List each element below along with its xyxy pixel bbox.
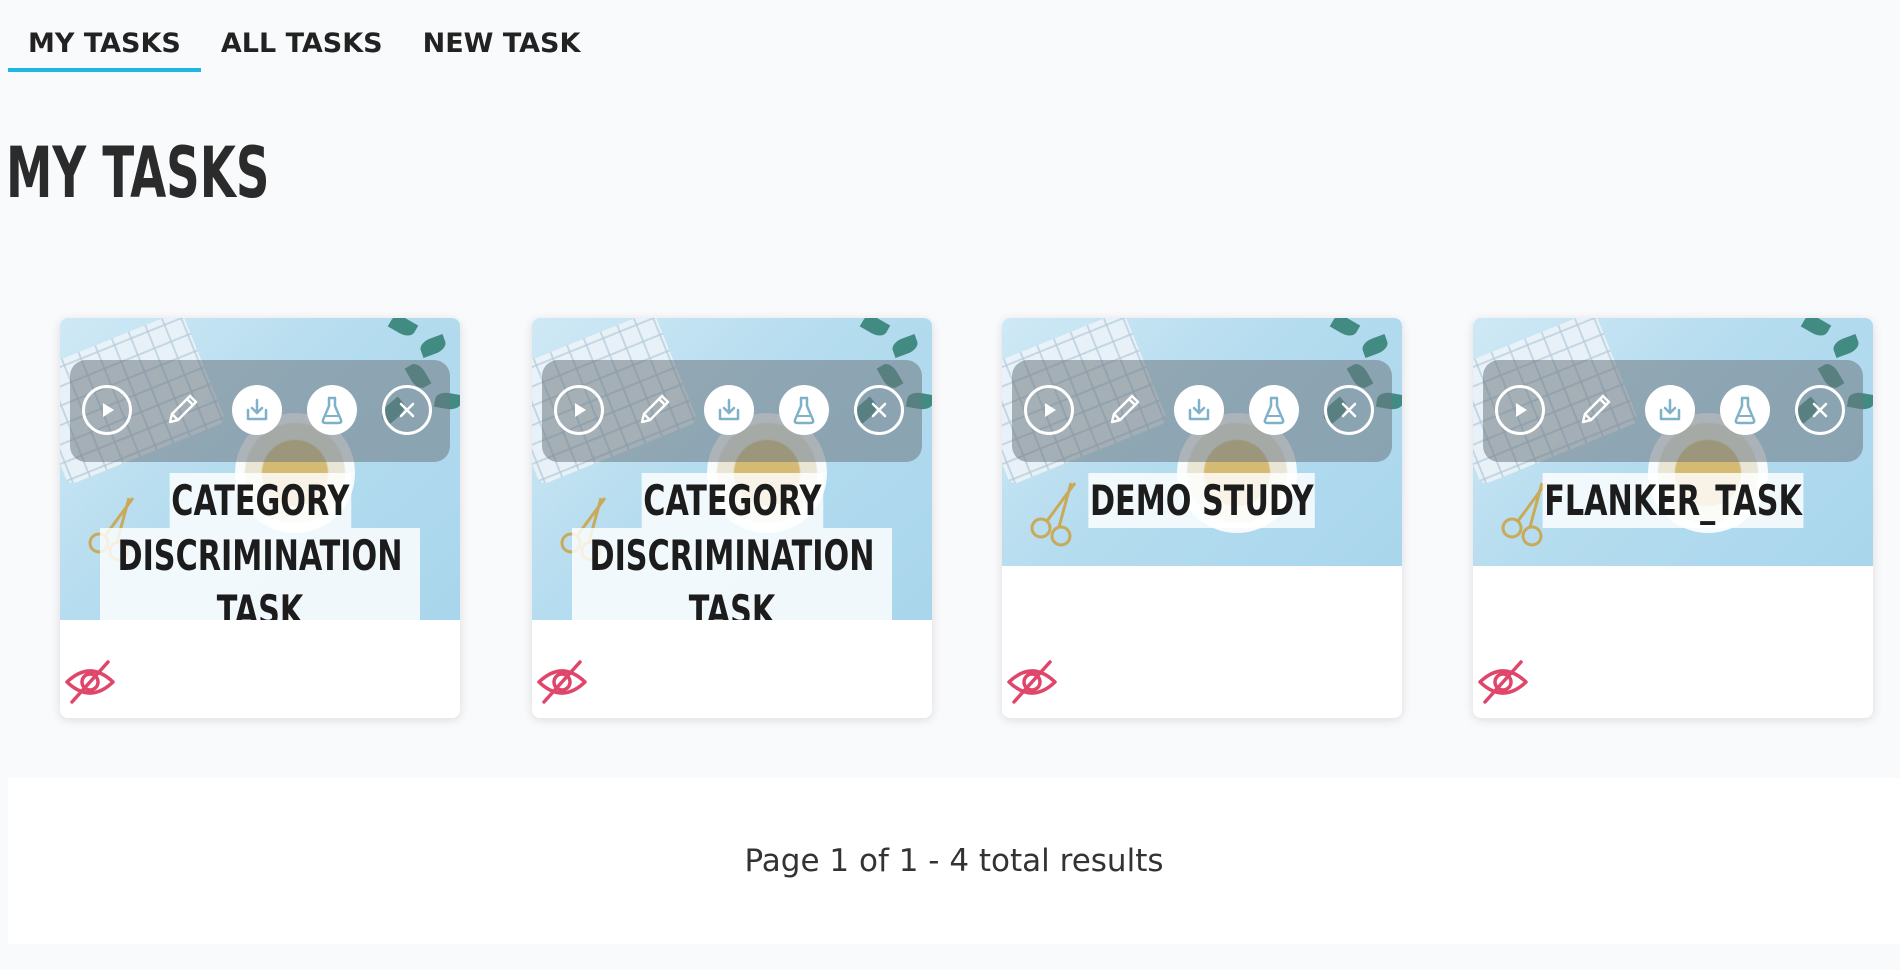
- hidden-eye-icon[interactable]: [536, 658, 588, 706]
- flask-icon[interactable]: [779, 385, 829, 435]
- task-card[interactable]: CATEGORY DISCRIMINATION TASK: [532, 318, 932, 718]
- card-actions-bar: [1483, 360, 1863, 462]
- main-tabs: MY TASKS ALL TASKS NEW TASK: [8, 18, 600, 74]
- hidden-eye-icon[interactable]: [1006, 658, 1058, 706]
- hidden-eye-icon[interactable]: [64, 658, 116, 706]
- download-icon[interactable]: [1174, 385, 1224, 435]
- card-actions-bar: [1012, 360, 1392, 462]
- task-card[interactable]: FLANKER_TASK: [1473, 318, 1873, 718]
- pagination-footer: Page 1 of 1 - 4 total results: [8, 778, 1900, 944]
- play-icon[interactable]: [1495, 385, 1545, 435]
- pencil-icon[interactable]: [1099, 385, 1149, 435]
- card-actions-bar: [542, 360, 922, 462]
- play-icon[interactable]: [554, 385, 604, 435]
- card-title: FLANKER_TASK: [1473, 473, 1873, 528]
- tab-all-tasks[interactable]: ALL TASKS: [201, 18, 403, 72]
- card-title: CATEGORY DISCRIMINATION TASK: [60, 473, 460, 620]
- tab-new-task[interactable]: NEW TASK: [403, 18, 601, 72]
- page-title: MY TASKS: [6, 132, 270, 214]
- flask-icon[interactable]: [1720, 385, 1770, 435]
- card-cover-image: CATEGORY DISCRIMINATION TASK: [60, 318, 460, 620]
- close-icon[interactable]: [854, 385, 904, 435]
- card-title: CATEGORY DISCRIMINATION TASK: [532, 473, 932, 620]
- pencil-icon[interactable]: [629, 385, 679, 435]
- card-title: DEMO STUDY: [1002, 473, 1402, 528]
- task-card[interactable]: DEMO STUDY: [1002, 318, 1402, 718]
- download-icon[interactable]: [704, 385, 754, 435]
- card-cover-image: DEMO STUDY: [1002, 318, 1402, 566]
- play-icon[interactable]: [1024, 385, 1074, 435]
- close-icon[interactable]: [382, 385, 432, 435]
- play-icon[interactable]: [82, 385, 132, 435]
- close-icon[interactable]: [1795, 385, 1845, 435]
- download-icon[interactable]: [1645, 385, 1695, 435]
- card-actions-bar: [70, 360, 450, 462]
- pencil-icon[interactable]: [157, 385, 207, 435]
- download-icon[interactable]: [232, 385, 282, 435]
- task-card[interactable]: CATEGORY DISCRIMINATION TASK: [60, 318, 460, 718]
- hidden-eye-icon[interactable]: [1477, 658, 1529, 706]
- flask-icon[interactable]: [307, 385, 357, 435]
- pagination-summary: Page 1 of 1 - 4 total results: [744, 843, 1164, 879]
- flask-icon[interactable]: [1249, 385, 1299, 435]
- close-icon[interactable]: [1324, 385, 1374, 435]
- pencil-icon[interactable]: [1570, 385, 1620, 435]
- card-cover-image: FLANKER_TASK: [1473, 318, 1873, 566]
- tab-my-tasks[interactable]: MY TASKS: [8, 18, 201, 72]
- card-cover-image: CATEGORY DISCRIMINATION TASK: [532, 318, 932, 620]
